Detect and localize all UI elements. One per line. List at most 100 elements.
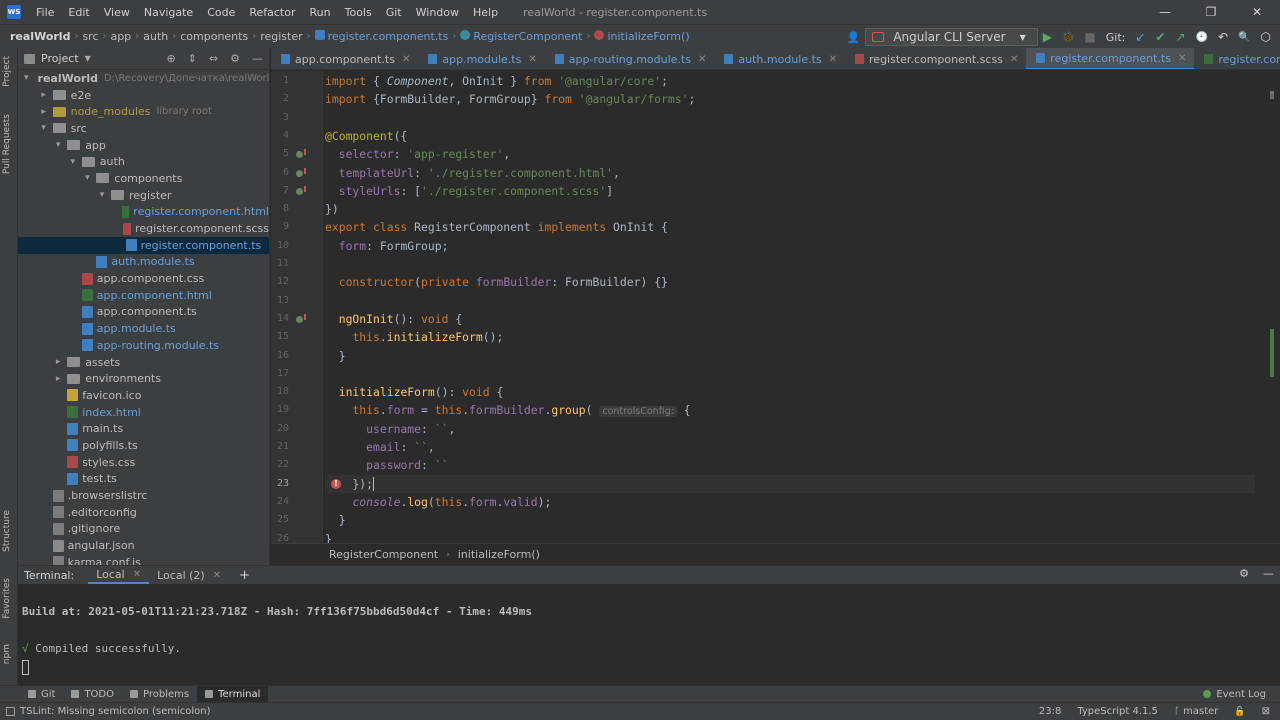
new-terminal-button[interactable]: + — [239, 568, 250, 583]
menu-item-run[interactable]: Run — [303, 6, 338, 19]
npm-tool-tab[interactable]: npm — [2, 644, 12, 664]
tree-item[interactable]: karma.conf.js — [18, 554, 269, 565]
breadcrumb-auth[interactable]: auth — [139, 30, 172, 43]
chevron-down-icon[interactable]: ▾ — [97, 190, 107, 200]
line-number[interactable]: 16 — [271, 350, 289, 361]
collapse-all-icon[interactable]: ⇔ — [209, 52, 218, 65]
code-line[interactable]: username: ``, — [325, 420, 455, 438]
tree-item[interactable]: ▸ environments — [18, 370, 269, 387]
close-icon[interactable]: ✕ — [1010, 54, 1018, 65]
tree-item[interactable]: ▸ e2e — [18, 87, 269, 104]
stop-icon[interactable]: ■ — [1079, 30, 1100, 44]
close-icon[interactable]: ✕ — [528, 54, 536, 65]
code-line[interactable]: } — [325, 530, 332, 544]
code-line[interactable]: ngOnInit(): void { — [325, 310, 462, 328]
favorites-tool-tab[interactable]: Favorites — [2, 578, 12, 619]
code-line[interactable]: import { Component, OnInit } from '@angu… — [325, 72, 668, 90]
line-number[interactable]: 20 — [271, 423, 289, 434]
tree-item[interactable]: app.component.ts — [18, 304, 269, 321]
line-number[interactable]: 15 — [271, 331, 289, 342]
tree-item[interactable]: app.component.html — [18, 287, 269, 304]
close-window-button[interactable]: ✕ — [1234, 0, 1280, 24]
rollback-icon[interactable]: ↶ — [1213, 30, 1233, 44]
breadcrumb-file[interactable]: register.component.ts — [311, 30, 453, 43]
run-configuration-select[interactable]: Angular CLI Server ▼ — [865, 28, 1038, 46]
line-number[interactable]: 8 — [271, 203, 289, 214]
line-number[interactable]: 17 — [271, 368, 289, 379]
git-update-icon[interactable]: ↙ — [1130, 30, 1150, 44]
error-bulb-icon[interactable]: ! — [331, 478, 341, 489]
menu-item-edit[interactable]: Edit — [61, 6, 96, 19]
code-line[interactable]: console.log(this.form.valid); — [325, 493, 551, 511]
history-icon[interactable]: 🕘 — [1191, 32, 1213, 43]
breadcrumb-components[interactable]: components — [176, 30, 252, 43]
tool-window-terminal[interactable]: Terminal — [197, 685, 269, 703]
chevron-down-icon[interactable]: ▾ — [24, 73, 29, 83]
code-line[interactable]: }) — [325, 200, 339, 218]
run-icon[interactable]: ▶ — [1038, 30, 1057, 44]
line-number[interactable]: 10 — [271, 240, 289, 251]
line-number[interactable]: 18 — [271, 386, 289, 397]
code-line[interactable]: password: `` — [325, 456, 448, 474]
git-push-icon[interactable]: ↗ — [1170, 30, 1190, 44]
editor-tab[interactable]: register.component.ts ✕ — [1026, 48, 1195, 69]
locate-icon[interactable]: ⊕ — [166, 52, 175, 65]
tree-item[interactable]: ▾ register — [18, 187, 269, 204]
line-number[interactable]: 7 — [271, 185, 289, 196]
editor-scrollbar[interactable] — [1268, 71, 1276, 543]
project-tool-tab[interactable]: Project — [2, 56, 12, 87]
tree-item[interactable]: styles.css — [18, 454, 269, 471]
code-line[interactable]: templateUrl: './register.component.html'… — [325, 164, 620, 182]
gear-icon[interactable]: ⚙ — [230, 52, 240, 65]
menu-item-git[interactable]: Git — [379, 6, 409, 19]
tool-window-todo[interactable]: TODO — [63, 686, 122, 703]
line-number[interactable]: 2 — [271, 93, 289, 104]
tree-item[interactable]: ▸ node_modules library root — [18, 103, 269, 120]
tree-item[interactable]: ▾ app — [18, 137, 269, 154]
line-number[interactable]: 25 — [271, 514, 289, 525]
breadcrumb-class[interactable]: RegisterComponent — [456, 30, 586, 43]
tree-item[interactable]: main.ts — [18, 420, 269, 437]
menu-item-help[interactable]: Help — [466, 6, 505, 19]
chevron-right-icon[interactable]: ▸ — [53, 374, 63, 384]
ide-update-icon[interactable]: ⬡ — [1256, 30, 1276, 44]
hide-icon[interactable]: — — [252, 52, 263, 65]
editor-breadcrumb-method[interactable]: initializeForm() — [458, 548, 540, 561]
line-number[interactable]: 26 — [271, 533, 289, 544]
breadcrumb-app[interactable]: app — [107, 30, 136, 43]
implements-marker-icon[interactable] — [296, 167, 306, 177]
editor-breadcrumb-class[interactable]: RegisterComponent — [329, 548, 438, 561]
tree-item[interactable]: ▸ assets — [18, 354, 269, 371]
line-number[interactable]: 9 — [271, 221, 289, 232]
code-line[interactable]: this.form = this.formBuilder.group( cont… — [325, 401, 691, 419]
status-message[interactable]: TSLint: Missing semicolon (semicolon) — [6, 706, 211, 717]
tree-item[interactable]: test.ts — [18, 471, 269, 488]
line-number[interactable]: 3 — [271, 112, 289, 123]
expand-all-icon[interactable]: ⇕ — [188, 52, 197, 65]
panel-toggle-icon[interactable] — [6, 707, 15, 716]
close-icon[interactable]: ✕ — [402, 54, 410, 65]
code-editor[interactable]: 1 2 3 4 5 6 7 8 9 10 11 12 13 14 15 16 17 18 19 20 21 22 23 24 2… — [271, 71, 1280, 543]
chevron-right-icon[interactable]: ▸ — [39, 107, 49, 117]
terminal-cursor[interactable] — [22, 660, 29, 675]
event-log-button[interactable]: Event Log — [1203, 689, 1266, 700]
close-icon[interactable]: ✕ — [829, 54, 837, 65]
code-line[interactable]: constructor(private formBuilder: FormBui… — [325, 273, 668, 291]
terminal-tab-local-2[interactable]: Local (2) ✕ — [149, 566, 229, 584]
chevron-right-icon[interactable]: ▸ — [53, 357, 63, 367]
line-number[interactable]: 13 — [271, 295, 289, 306]
lock-icon[interactable]: 🔓 — [1234, 707, 1245, 717]
line-number[interactable]: 6 — [271, 167, 289, 178]
debug-icon[interactable]: 🐞 — [1057, 32, 1079, 43]
code-line[interactable]: form: FormGroup; — [325, 237, 449, 255]
terminal-tab-local[interactable]: Local ✕ — [88, 566, 150, 584]
breadcrumb-src[interactable]: src — [78, 30, 102, 43]
tree-item[interactable]: auth.module.ts — [18, 254, 269, 271]
line-number[interactable]: 12 — [271, 276, 289, 287]
menu-item-code[interactable]: Code — [200, 6, 242, 19]
line-number[interactable]: 5 — [271, 148, 289, 159]
menu-item-refactor[interactable]: Refactor — [242, 6, 302, 19]
editor-tab[interactable]: app-routing.module.ts ✕ — [545, 48, 715, 69]
tree-item[interactable]: favicon.ico — [18, 387, 269, 404]
tree-item[interactable]: index.html — [18, 404, 269, 421]
